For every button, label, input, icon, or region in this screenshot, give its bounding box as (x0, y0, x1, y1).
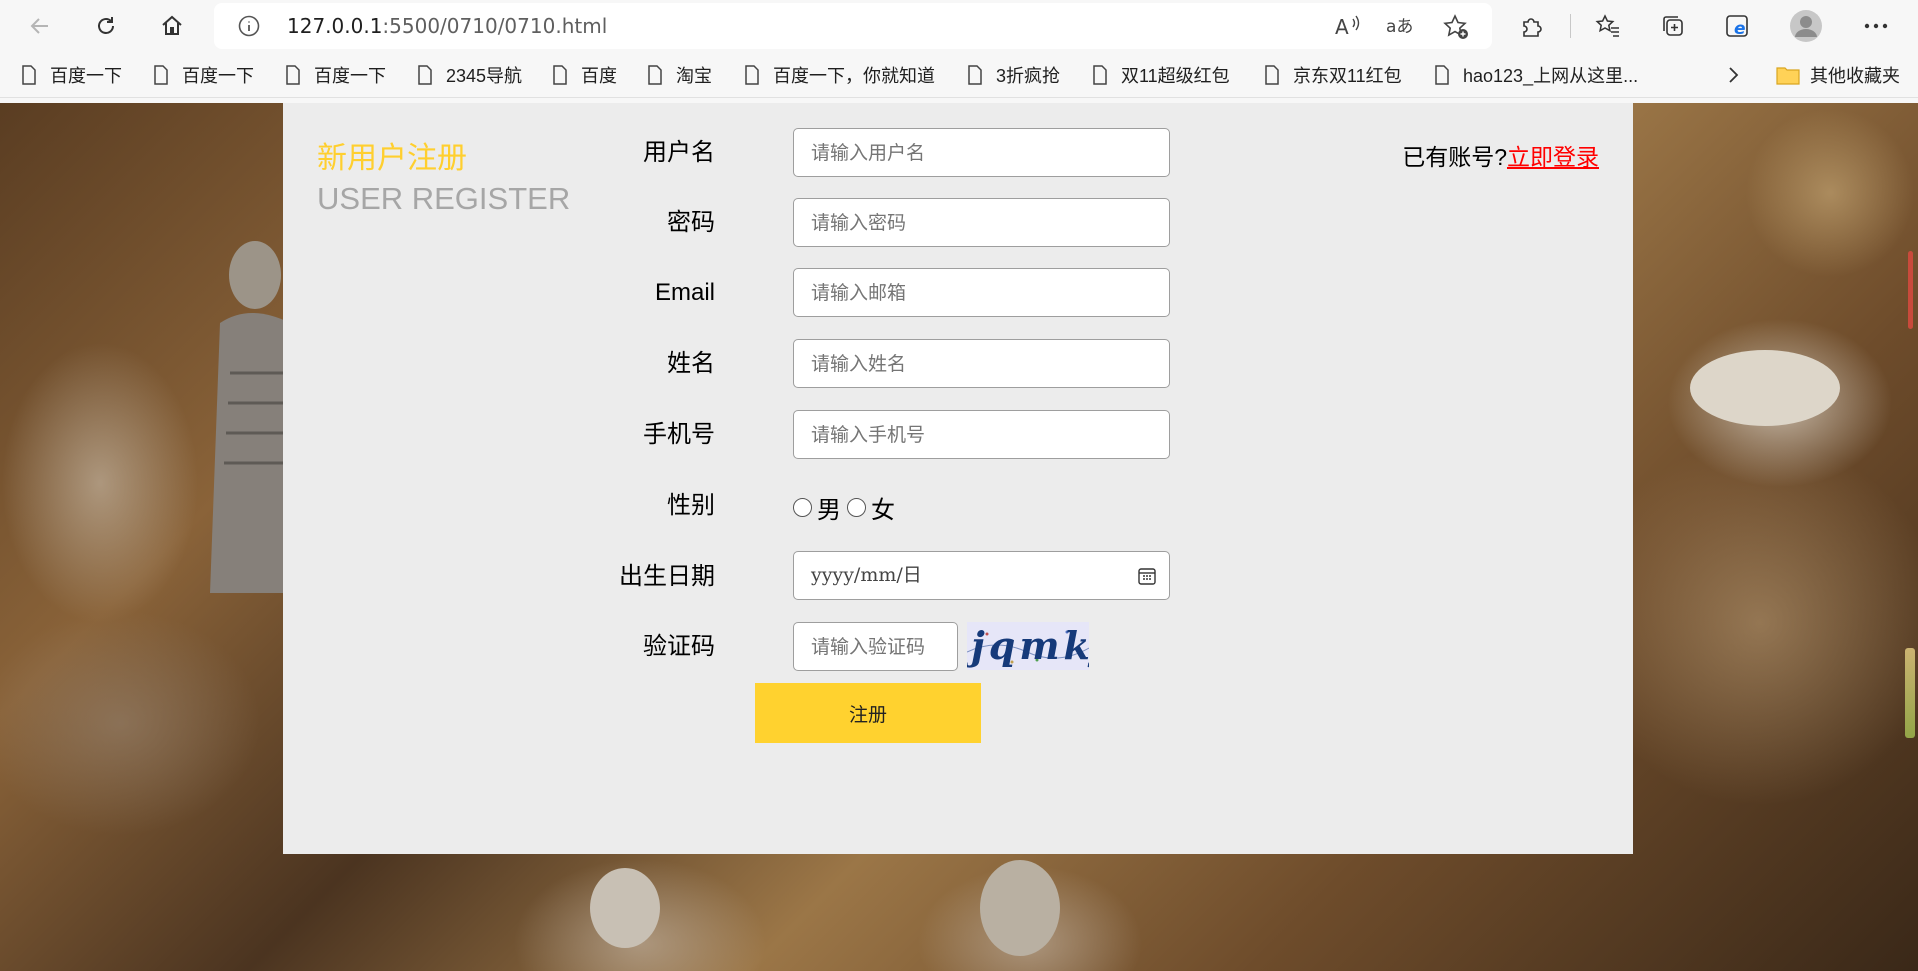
page-icon (553, 65, 567, 85)
bookmark-item[interactable]: 百度一下 (286, 52, 386, 98)
bookmark-label: 3折疯抢 (996, 66, 1061, 86)
phone-label: 手机号 (643, 421, 715, 448)
page-icon (1093, 65, 1107, 85)
background-statue-image (980, 860, 1060, 956)
bookmark-label: 百度一下，你就知道 (773, 66, 935, 86)
bookmark-label: 百度一下 (314, 66, 386, 86)
bookmark-label: 2345导航 (446, 66, 523, 86)
email-input[interactable] (793, 268, 1170, 317)
url-host: 127.0.0.1 (287, 14, 383, 38)
background-statue-image (1690, 350, 1840, 426)
url-text[interactable]: 127.0.0.1:5500/0710/0710.html (287, 3, 607, 49)
bookmarks-overflow-icon[interactable] (1726, 52, 1754, 98)
scrollbar-thumb[interactable] (1908, 251, 1913, 329)
page-viewport: 新用户注册 USER REGISTER 已有账号?立即登录 用户名 密码 Ema… (0, 103, 1918, 971)
other-bookmarks-label: 其他收藏夹 (1810, 66, 1900, 86)
bookmark-label: 百度一下 (50, 66, 122, 86)
bookmark-item[interactable]: 百度一下 (154, 52, 254, 98)
gender-label: 性别 (667, 492, 715, 519)
bookmark-item[interactable]: hao123_上网从这里... (1435, 52, 1638, 98)
back-icon[interactable] (20, 6, 60, 46)
phone-input[interactable] (793, 410, 1170, 459)
bookmark-label: 百度一下 (182, 66, 254, 86)
password-label: 密码 (667, 209, 715, 236)
page-icon (154, 65, 168, 85)
bookmark-item[interactable]: 3折疯抢 (968, 52, 1060, 98)
page-icon (648, 65, 662, 85)
background-statue-image (210, 241, 290, 593)
have-account-text: 已有账号? (1402, 144, 1507, 170)
gender-female-label[interactable]: 女 (871, 490, 895, 525)
captcha-label: 验证码 (643, 633, 715, 660)
svg-text:A: A (1335, 15, 1349, 39)
bookmark-item[interactable]: 百度一下，你就知道 (745, 52, 935, 98)
page-icon (418, 65, 432, 85)
birth-date-label: 出生日期 (619, 563, 715, 590)
scrollbar-marker (1905, 648, 1915, 738)
collections-icon[interactable] (1653, 6, 1693, 46)
read-aloud-icon[interactable]: A (1334, 13, 1362, 44)
register-panel: 新用户注册 USER REGISTER 已有账号?立即登录 用户名 密码 Ema… (283, 103, 1633, 854)
bookmark-label: hao123_上网从这里... (1463, 66, 1639, 86)
login-tip: 已有账号?立即登录 (1402, 141, 1599, 173)
page-icon (1435, 65, 1449, 85)
bookmark-item[interactable]: 2345导航 (418, 52, 522, 98)
bookmark-item[interactable]: 淘宝 (648, 52, 712, 98)
gender-group: 男 女 (793, 490, 901, 525)
page-icon (286, 65, 300, 85)
translate-icon[interactable]: aあ (1386, 13, 1414, 44)
toolbar-separator (1570, 14, 1571, 38)
name-label: 姓名 (667, 350, 715, 377)
page-icon (1265, 65, 1279, 85)
name-input[interactable] (793, 339, 1170, 388)
home-icon[interactable] (152, 6, 192, 46)
bookmark-item[interactable]: 百度一下 (22, 52, 122, 98)
page-icon (968, 65, 982, 85)
svg-text:e: e (1734, 19, 1746, 39)
bookmark-label: 百度 (581, 66, 617, 86)
calendar-icon[interactable] (1138, 567, 1156, 590)
username-label: 用户名 (643, 139, 715, 166)
favorites-icon[interactable] (1588, 6, 1628, 46)
profile-icon[interactable] (1786, 6, 1826, 46)
address-bar[interactable]: 127.0.0.1:5500/0710/0710.html A aあ (214, 3, 1492, 49)
bookmark-label: 淘宝 (676, 66, 712, 86)
ie-mode-icon[interactable]: e (1718, 6, 1758, 46)
register-title-cn: 新用户注册 (317, 142, 467, 175)
bookmark-item[interactable]: 百度 (553, 52, 617, 98)
bookmarks-bar: 百度一下 百度一下 百度一下 2345导航 百度 淘宝 百度一下，你就知道 3折… (0, 52, 1918, 98)
password-input[interactable] (793, 198, 1170, 247)
gender-male-radio[interactable] (793, 498, 812, 517)
birth-date-placeholder: yyyy/mm/日 (811, 564, 922, 586)
captcha-input[interactable] (793, 622, 958, 671)
extensions-icon[interactable] (1512, 6, 1552, 46)
gender-female-radio[interactable] (847, 498, 866, 517)
browser-toolbar: 127.0.0.1:5500/0710/0710.html A aあ e (0, 0, 1918, 52)
register-submit-button[interactable]: 注册 (755, 683, 981, 743)
svg-text:aあ: aあ (1386, 17, 1413, 37)
gender-male-label[interactable]: 男 (817, 490, 841, 525)
email-label: Email (654, 279, 715, 306)
page-icon (22, 65, 36, 85)
bookmark-label: 京东双11红包 (1293, 66, 1402, 86)
other-bookmarks[interactable]: 其他收藏夹 (1776, 52, 1900, 98)
bookmark-item[interactable]: 京东双11红包 (1265, 52, 1402, 98)
folder-icon (1776, 67, 1800, 85)
bookmark-item[interactable]: 双11超级红包 (1093, 52, 1230, 98)
captcha-text: jqmkj (971, 623, 1089, 668)
info-icon[interactable] (238, 15, 260, 42)
username-input[interactable] (793, 128, 1170, 177)
background-statue-image (590, 868, 660, 948)
login-link[interactable]: 立即登录 (1507, 144, 1599, 170)
birth-date-input[interactable]: yyyy/mm/日 (793, 551, 1170, 600)
url-path: :5500/0710/0710.html (382, 14, 608, 38)
bookmark-label: 双11超级红包 (1121, 66, 1230, 86)
captcha-image[interactable]: jqmkj (967, 622, 1089, 670)
more-icon[interactable] (1856, 6, 1896, 46)
refresh-icon[interactable] (86, 6, 126, 46)
page-icon (745, 65, 759, 85)
add-favorite-icon[interactable] (1442, 13, 1470, 46)
